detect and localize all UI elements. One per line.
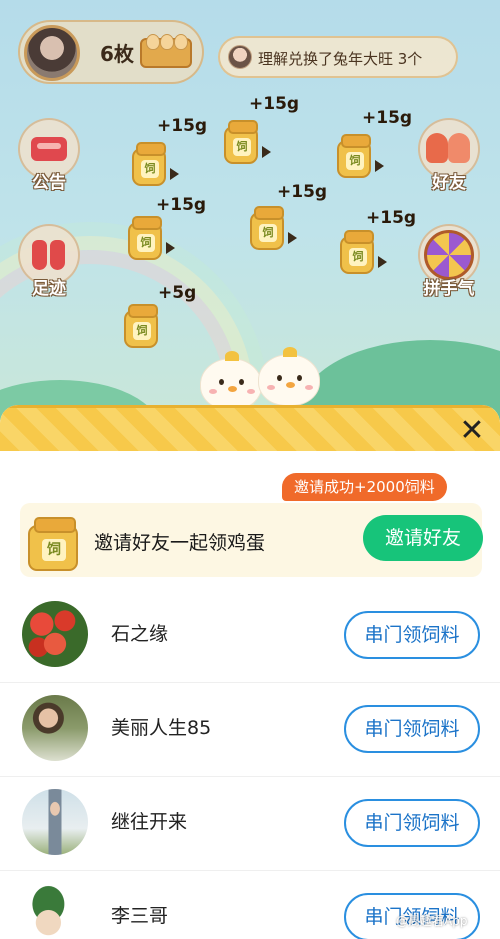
feed-jar[interactable]: 饲 — [334, 220, 394, 280]
friend-name: 石之缘 — [111, 623, 169, 645]
user-avatar[interactable] — [24, 25, 80, 81]
feed-jar-label: 饲 — [141, 160, 159, 178]
avatar[interactable] — [22, 695, 88, 761]
play-icon — [262, 146, 271, 158]
egg-tray-icon — [140, 34, 192, 68]
feed-jar-label: 饲 — [346, 152, 364, 170]
chick-character[interactable] — [200, 351, 262, 410]
invite-friends-row: 饲 邀请好友一起领鸡蛋 邀请好友 — [20, 503, 483, 577]
friends-label: 好友 — [432, 173, 466, 193]
feed-jar[interactable]: 饲 — [118, 294, 178, 354]
notice-text: 理解兑换了兔年大旺 3个 — [258, 50, 423, 68]
play-icon — [166, 242, 175, 254]
visit-for-feed-button[interactable]: 串门领饲料 — [344, 799, 480, 847]
exchange-notice: 理解兑换了兔年大旺 3个 — [218, 36, 458, 78]
footprints-icon — [32, 240, 66, 270]
feed-jar[interactable]: 饲 — [126, 132, 186, 192]
play-icon — [288, 232, 297, 244]
feed-jar-label: 饲 — [259, 224, 277, 242]
invite-jar-label: 饲 — [42, 539, 66, 561]
chick-character[interactable] — [258, 347, 320, 406]
watermark: @周趣看App — [396, 914, 468, 928]
close-icon[interactable]: ✕ — [456, 416, 488, 448]
friend-list: 石之缘 串门领饲料 美丽人生85 串门领饲料 继往开来 串门领饲料 李三哥 串门… — [0, 589, 500, 939]
friend-name: 继往开来 — [111, 811, 188, 833]
panel-header: ✕ — [0, 405, 500, 451]
play-icon — [378, 256, 387, 268]
announcement-label: 公告 — [32, 173, 66, 193]
invite-reward-badge: 邀请成功+2000饲料 — [282, 473, 447, 501]
visit-for-feed-button[interactable]: 串门领饲料 — [344, 611, 480, 659]
feed-jar-label: 饲 — [349, 248, 367, 266]
invite-friends-button[interactable]: 邀请好友 — [363, 515, 483, 561]
feed-jar[interactable]: 饲 — [122, 206, 182, 266]
feed-jar-label: 饲 — [233, 138, 251, 156]
lucky-draw-label: 拼手气 — [423, 279, 475, 299]
feed-jar-label: 饲 — [137, 234, 155, 252]
avatar[interactable] — [22, 601, 88, 667]
feed-jar[interactable]: 饲 — [331, 124, 391, 184]
invite-title: 邀请好友一起领鸡蛋 — [94, 532, 266, 554]
feed-jar-icon: 饲 — [22, 505, 86, 575]
announcement-icon — [31, 137, 67, 161]
lucky-draw-button[interactable]: 拼手气 — [414, 224, 484, 299]
visit-for-feed-button[interactable]: 串门领饲料 — [344, 705, 480, 753]
feed-jar-label: 饲 — [133, 322, 151, 340]
friend-name: 美丽人生85 — [111, 717, 212, 739]
feed-jar[interactable]: 饲 — [218, 110, 278, 170]
egg-count: 6枚 — [100, 42, 134, 66]
list-item: 美丽人生85 串门领饲料 — [0, 683, 500, 777]
wheel-icon — [424, 230, 474, 280]
friends-icon — [426, 129, 472, 169]
play-icon — [375, 160, 384, 172]
farm-scene: 6枚 理解兑换了兔年大旺 3个 公告 足迹 好友 拼手气 +15g 饲 +15g… — [0, 0, 500, 420]
panel-body: 邀请成功+2000饲料 饲 邀请好友一起领鸡蛋 邀请好友 石之缘 串门领饲料 美… — [0, 451, 500, 939]
friends-button[interactable]: 好友 — [414, 118, 484, 193]
avatar[interactable] — [22, 789, 88, 855]
friends-panel: ✕ 邀请成功+2000饲料 饲 邀请好友一起领鸡蛋 邀请好友 石之缘 串门领饲料… — [0, 405, 500, 939]
play-icon — [170, 168, 179, 180]
egg-counter-pill[interactable]: 6枚 — [18, 20, 204, 84]
list-item: 石之缘 串门领饲料 — [0, 589, 500, 683]
notice-avatar — [228, 45, 252, 69]
avatar[interactable] — [22, 883, 88, 939]
list-item: 继往开来 串门领饲料 — [0, 777, 500, 871]
feed-jar[interactable]: 饲 — [244, 196, 304, 256]
footprints-label: 足迹 — [32, 279, 66, 299]
friend-name: 李三哥 — [111, 905, 169, 927]
footprints-button[interactable]: 足迹 — [14, 224, 84, 299]
announcement-button[interactable]: 公告 — [14, 118, 84, 193]
